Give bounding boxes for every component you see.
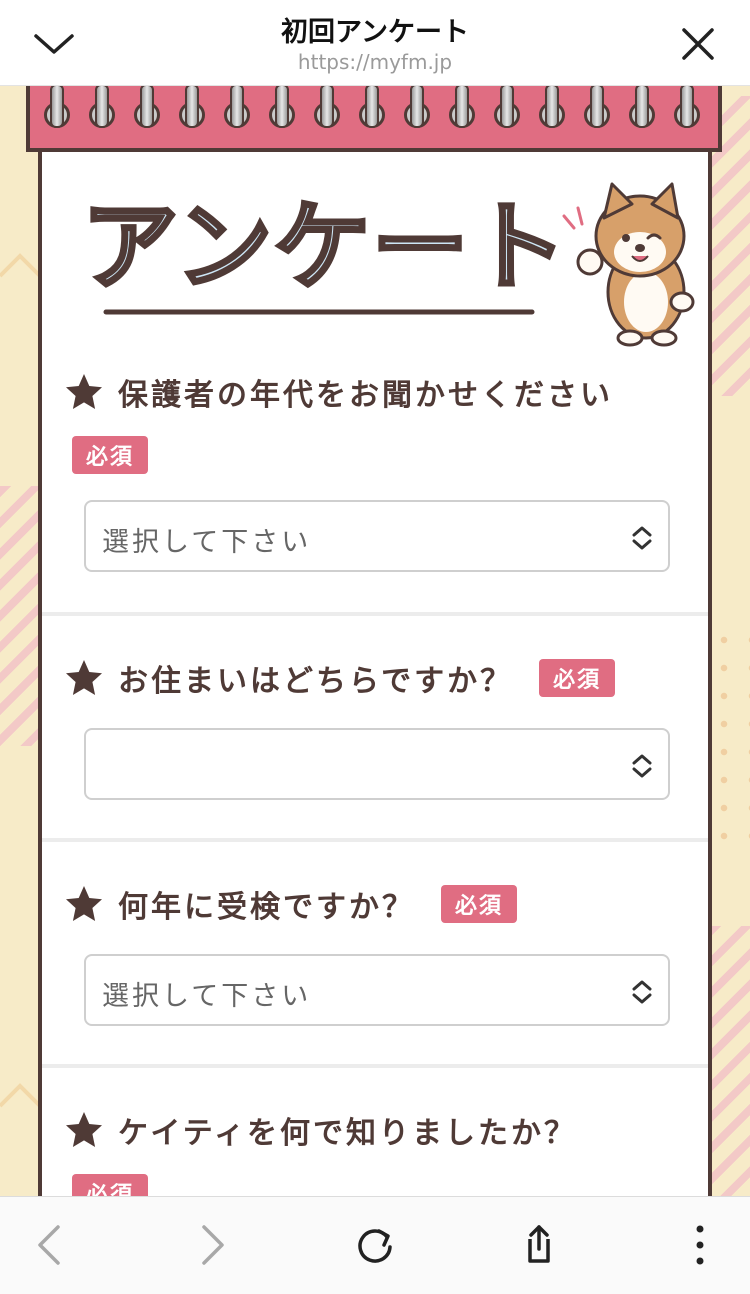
section-divider bbox=[42, 1064, 708, 1068]
survey-heading-graphic: アンケート bbox=[80, 182, 695, 347]
age-group-select[interactable]: 選択して下さい bbox=[84, 500, 670, 572]
select-arrows-icon bbox=[632, 980, 652, 1004]
select-arrows-icon bbox=[632, 526, 652, 550]
star-icon bbox=[66, 660, 102, 695]
question-4: ケイティを何で知りましたか？ 必須 bbox=[42, 1098, 708, 1196]
select-value: 選択して下さい bbox=[102, 981, 312, 1012]
question-1-heading: 保護者の年代をお聞かせください bbox=[64, 370, 613, 414]
star-icon bbox=[66, 374, 102, 409]
question-2-label: お住まいはどちらですか？ bbox=[118, 664, 514, 699]
page-url: https://myfm.jp bbox=[297, 50, 453, 74]
browser-header: 初回アンケート https://myfm.jp bbox=[0, 0, 750, 86]
dog-mascot-icon bbox=[562, 182, 695, 347]
stripe-decoration bbox=[0, 486, 40, 746]
required-badge: 必須 bbox=[72, 1174, 149, 1196]
question-4-heading: ケイティを何で知りましたか？ bbox=[64, 1108, 577, 1152]
share-icon[interactable] bbox=[516, 1223, 560, 1267]
star-icon bbox=[66, 886, 102, 921]
zigzag-decoration bbox=[0, 253, 40, 278]
star-icon bbox=[66, 1112, 102, 1147]
question-3: 何年に受検ですか？ 必須 選択して下さい bbox=[42, 872, 708, 1068]
back-arrow-icon[interactable] bbox=[28, 1223, 72, 1267]
question-2-heading: お住まいはどちらですか？ 必須 bbox=[64, 656, 616, 700]
question-3-label: 何年に受検ですか？ bbox=[118, 890, 415, 925]
select-value: 選択して下さい bbox=[102, 527, 312, 558]
question-1-label: 保護者の年代をお聞かせください bbox=[118, 378, 613, 413]
section-divider bbox=[42, 612, 708, 616]
exam-year-select[interactable]: 選択して下さい bbox=[84, 954, 670, 1026]
required-badge: 必須 bbox=[539, 659, 616, 697]
residence-select[interactable] bbox=[84, 728, 670, 800]
question-1: 保護者の年代をお聞かせください 必須 選択して下さい bbox=[42, 366, 708, 616]
question-3-heading: 何年に受検ですか？ 必須 bbox=[64, 882, 518, 926]
required-badge: 必須 bbox=[441, 885, 518, 923]
background-left bbox=[0, 86, 40, 1196]
dots-decoration bbox=[710, 626, 750, 856]
browser-toolbar bbox=[0, 1196, 750, 1294]
survey-heading: アンケート bbox=[82, 191, 568, 303]
survey-form: アンケート 保護者の年代をお聞かせください 必須 選択して下さい お住まいはどち… bbox=[38, 152, 712, 1196]
select-arrows-icon bbox=[632, 754, 652, 778]
stripe-decoration bbox=[710, 926, 750, 1196]
page-title: 初回アンケート bbox=[281, 17, 469, 48]
question-2: お住まいはどちらですか？ 必須 bbox=[42, 646, 708, 842]
background-right bbox=[710, 86, 750, 1196]
question-4-label: ケイティを何で知りましたか？ bbox=[118, 1116, 577, 1151]
section-divider bbox=[42, 838, 708, 842]
required-badge: 必須 bbox=[72, 436, 149, 474]
more-vertical-icon[interactable] bbox=[678, 1223, 722, 1267]
survey-hero: アンケート bbox=[42, 152, 708, 352]
forward-arrow-icon[interactable] bbox=[190, 1223, 234, 1267]
reload-icon[interactable] bbox=[353, 1223, 397, 1267]
close-icon[interactable] bbox=[678, 24, 718, 64]
zigzag-decoration bbox=[0, 1083, 40, 1108]
notebook-binding bbox=[26, 84, 722, 152]
